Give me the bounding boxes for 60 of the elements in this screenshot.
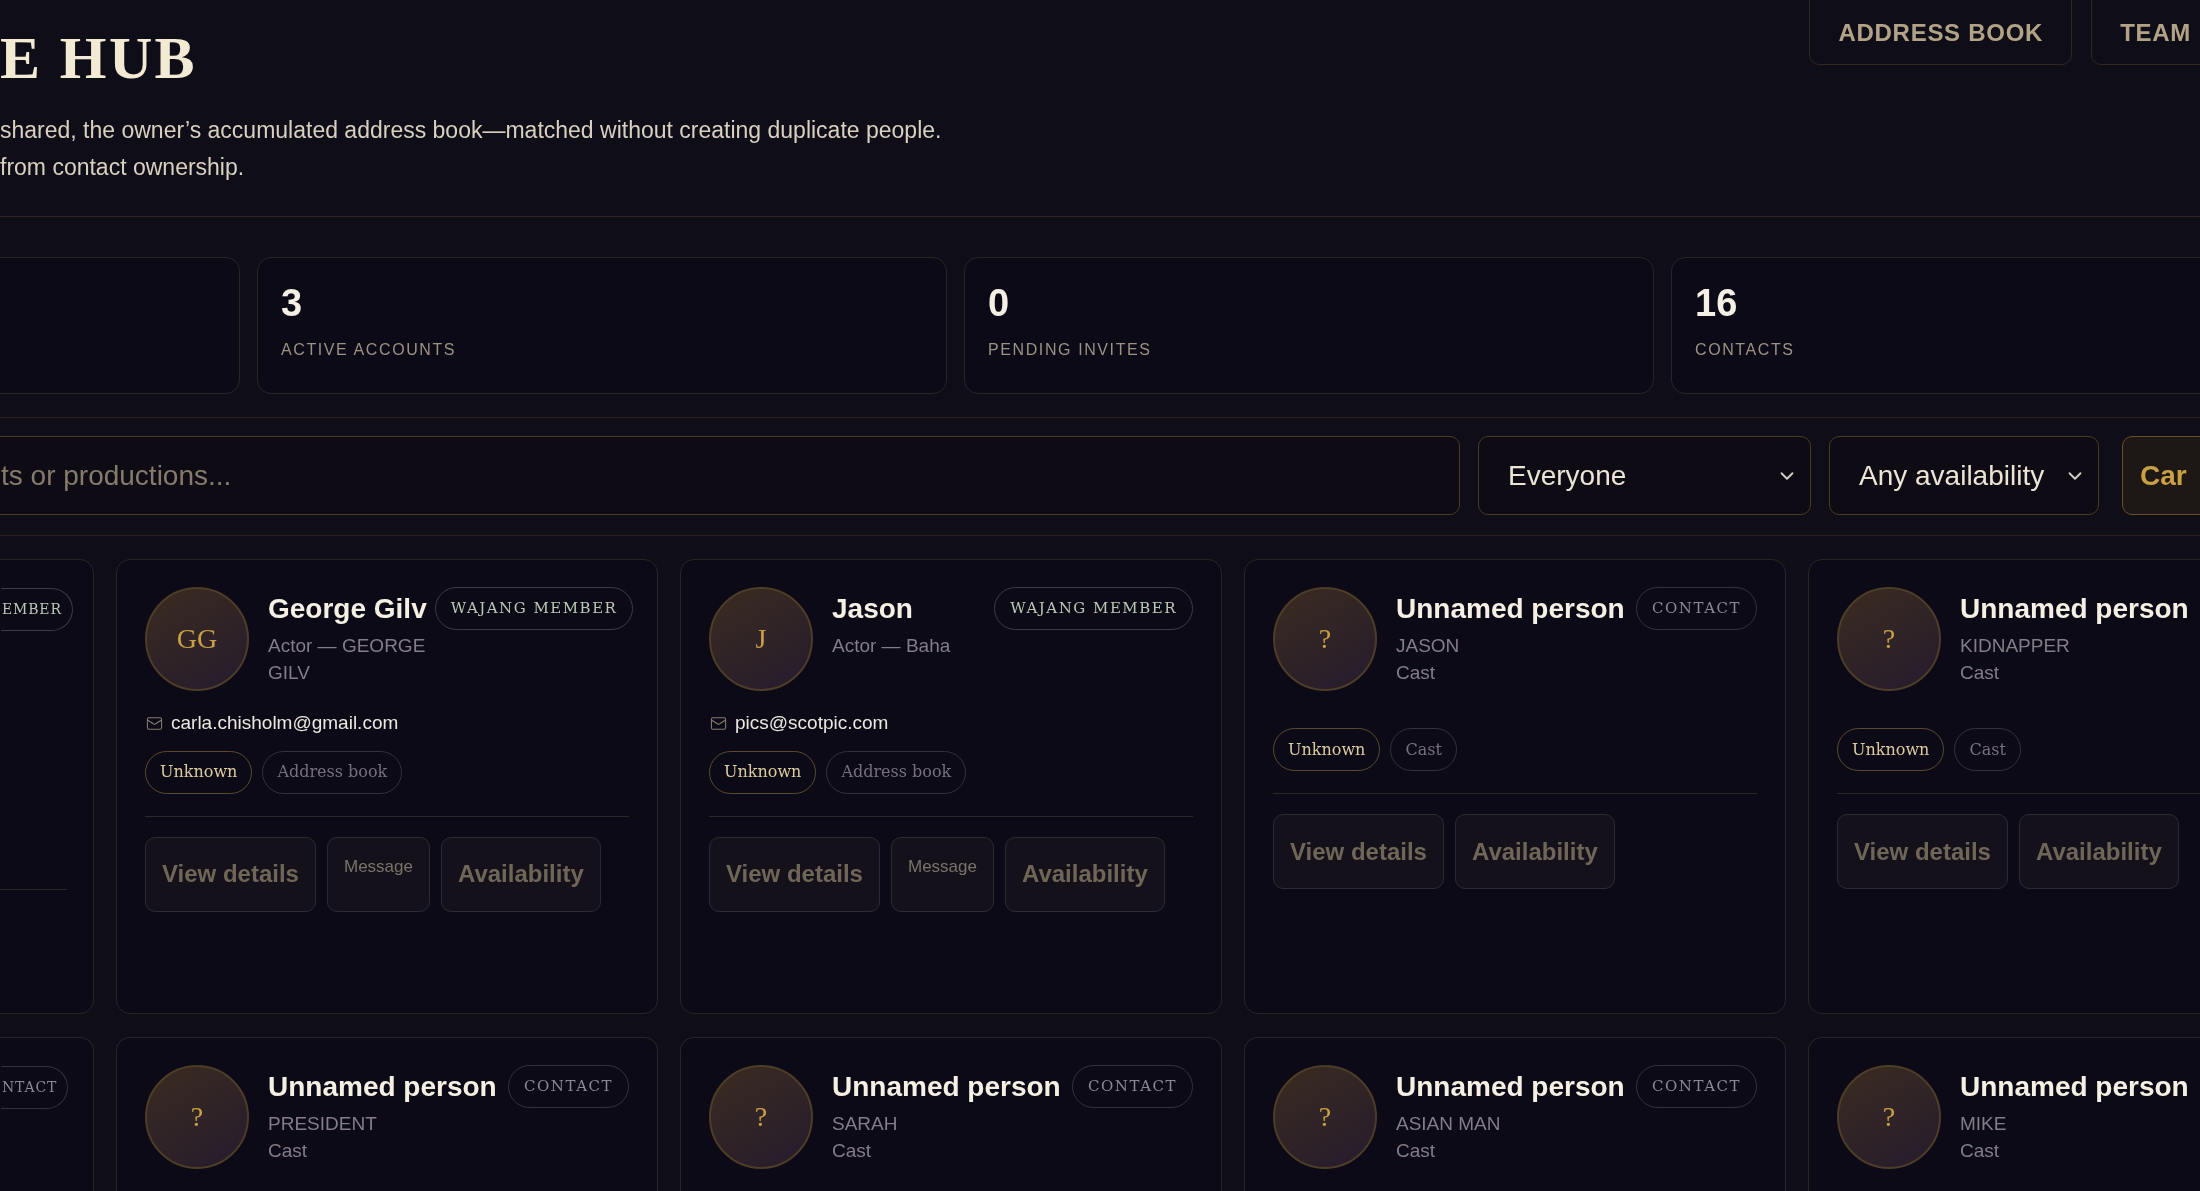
action-button[interactable]: View details: [1273, 814, 1444, 889]
action-button[interactable]: View details: [709, 836, 880, 912]
stat-label: PENDING INVITES: [988, 340, 1153, 360]
search-field[interactable]: ts or productions...: [0, 436, 1460, 515]
action-button[interactable]: View details: [145, 836, 316, 912]
role-text: Cast: [832, 1139, 873, 1163]
mail-icon: [710, 714, 727, 732]
email-text: carla.chisholm@gmail.com: [171, 711, 399, 735]
action-button[interactable]: Availability: [2018, 814, 2179, 889]
role-text: MIKE: [1960, 1112, 2008, 1136]
person-name: Unnamed person: [1396, 1070, 1625, 1104]
description-text: shared, the owner’s accumulated address book—matched without creating duplicate people.: [0, 116, 942, 145]
person-name: Unnamed person: [268, 1070, 497, 1104]
stat-label: CONTACTS: [1695, 340, 1796, 360]
role-text: Cast: [1396, 661, 1437, 685]
mail-icon: [146, 714, 163, 732]
message-button[interactable]: Message: [326, 836, 430, 912]
stat-value: 3: [281, 281, 304, 326]
role-text: GILV: [268, 661, 311, 685]
role-text: Cast: [1396, 1139, 1437, 1163]
role-text: ASIAN MAN: [1396, 1112, 1502, 1136]
filter-select[interactable]: Everyone: [1478, 436, 1811, 515]
person-name: Unnamed person: [1960, 1070, 2189, 1104]
nav-button[interactable]: TEAM: [2091, 0, 2200, 65]
stat-label: ACTIVE ACCOUNTS: [281, 340, 458, 360]
person-name: Unnamed person: [1396, 592, 1625, 626]
avatar: ?: [1273, 587, 1377, 691]
filter-button[interactable]: Car: [2122, 436, 2200, 515]
role-text: Actor — Baha: [832, 634, 952, 658]
role-text: KIDNAPPER: [1960, 634, 2071, 658]
person-name: Unnamed person: [832, 1070, 1061, 1104]
action-button[interactable]: Availability: [1004, 836, 1165, 912]
role-text: PRESIDENT: [268, 1112, 378, 1136]
avatar: ?: [1837, 1065, 1941, 1169]
stat-value: 0: [988, 281, 1011, 326]
nav-button[interactable]: ADDRESS BOOK: [1809, 0, 2073, 65]
role-text: Actor — GEORGE: [268, 634, 427, 658]
filter-select[interactable]: Any availability: [1829, 436, 2099, 515]
role-text: Cast: [1960, 1139, 2001, 1163]
role-text: SARAH: [832, 1112, 899, 1136]
description-text: from contact ownership.: [0, 153, 246, 182]
avatar: ?: [1837, 587, 1941, 691]
action-button[interactable]: View details: [1837, 814, 2008, 889]
stat-value: 16: [1695, 281, 1739, 326]
role-text: Cast: [268, 1139, 309, 1163]
action-button[interactable]: Availability: [440, 836, 601, 912]
role-text: Cast: [1960, 661, 2001, 685]
person-name: George Gilv: [268, 592, 427, 626]
avatar: ?: [709, 1065, 813, 1169]
page-title: E HUB: [0, 24, 199, 93]
message-button[interactable]: Message: [890, 836, 994, 912]
avatar: J: [709, 587, 813, 691]
person-name: Unnamed person: [1960, 592, 2189, 626]
avatar: ?: [145, 1065, 249, 1169]
avatar: ?: [1273, 1065, 1377, 1169]
role-text: JASON: [1396, 634, 1461, 658]
person-name: Jason: [832, 592, 913, 626]
action-button[interactable]: Availability: [1454, 814, 1615, 889]
email-text: pics@scotpic.com: [735, 711, 889, 735]
avatar: GG: [145, 587, 249, 691]
